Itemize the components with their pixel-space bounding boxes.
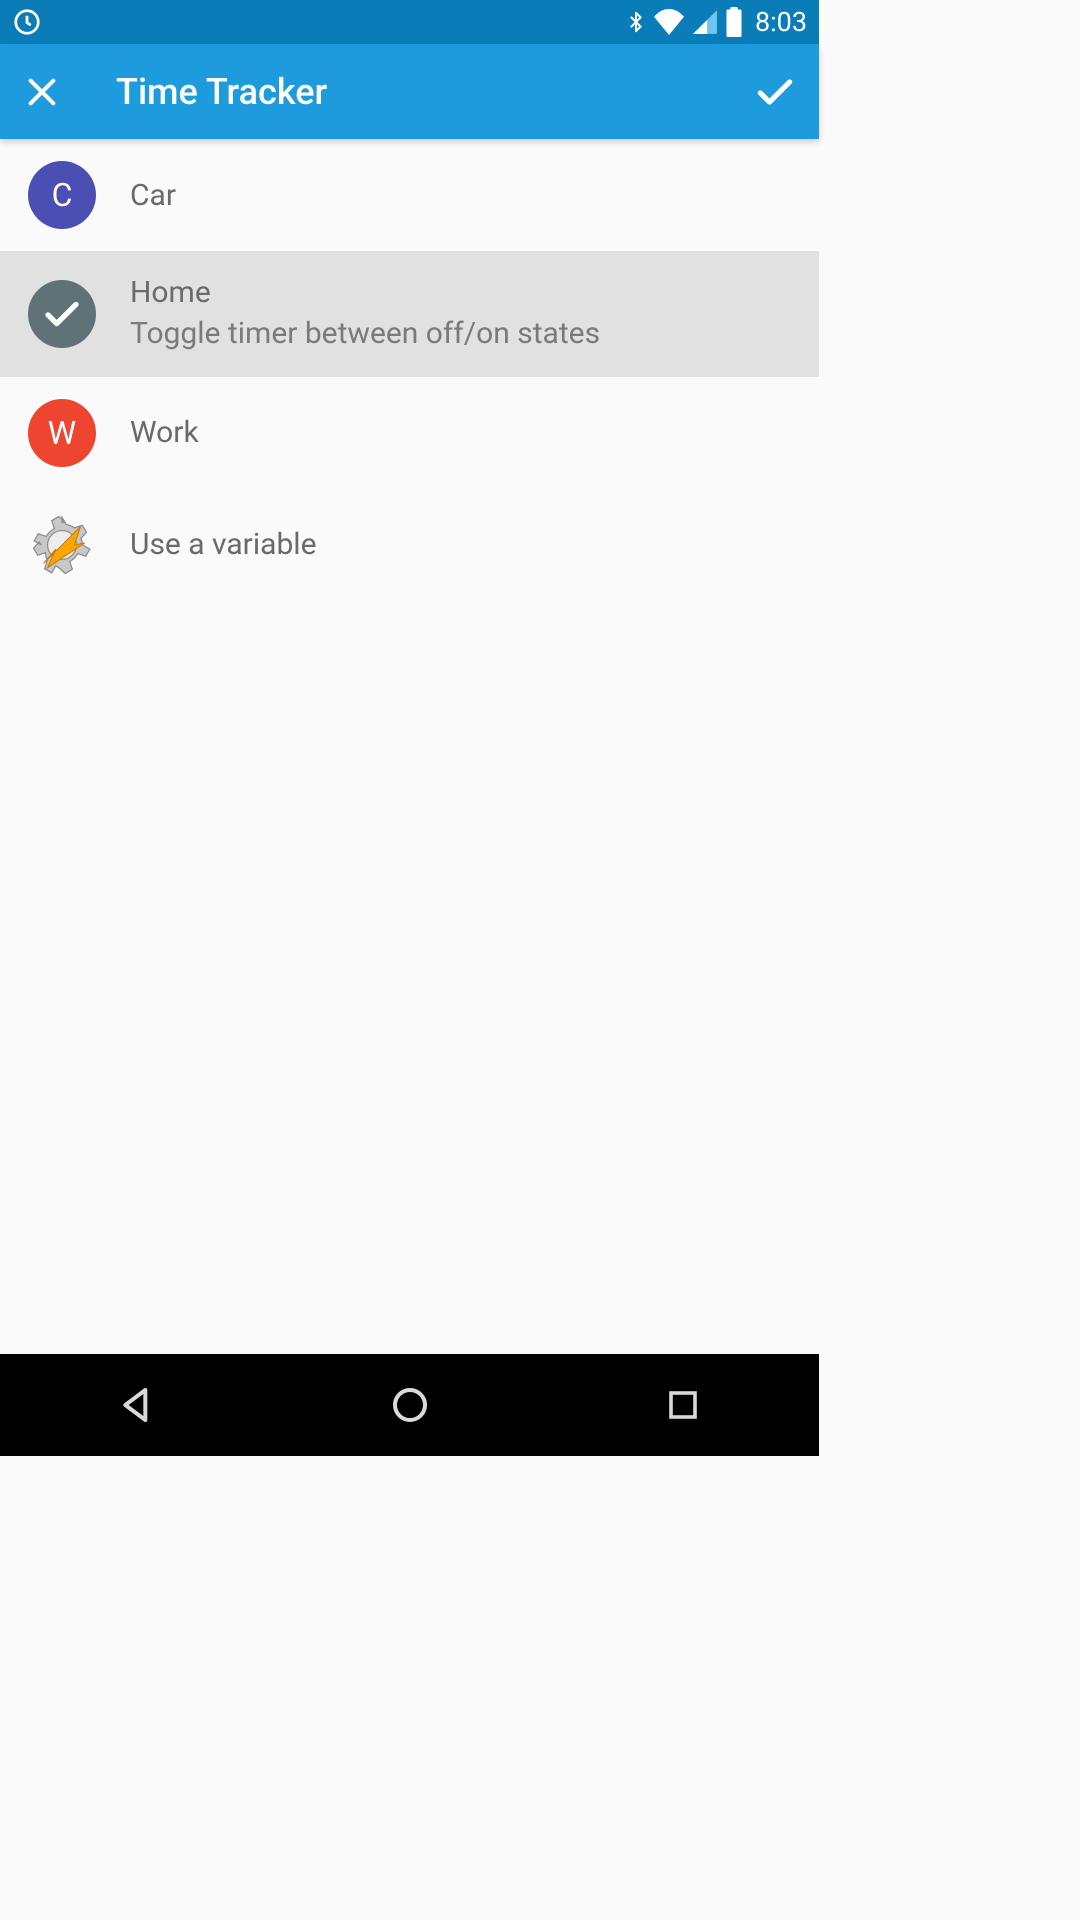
cell-signal-icon: [691, 9, 719, 35]
app-bar: Time Tracker: [0, 44, 819, 139]
avatar-selected: [28, 280, 96, 348]
confirm-button[interactable]: [751, 68, 799, 116]
item-text: Use a variable: [130, 525, 317, 564]
nav-home-button[interactable]: [360, 1375, 460, 1435]
list-item-car[interactable]: C Car: [0, 139, 819, 251]
status-bar: 8:03: [0, 0, 819, 44]
avatar-letter: C: [28, 161, 96, 229]
alarm-icon: [12, 7, 42, 37]
wifi-icon: [653, 9, 685, 35]
list-item-home[interactable]: Home Toggle timer between off/on states: [0, 251, 819, 377]
navigation-bar: [0, 1354, 819, 1456]
close-icon: [25, 75, 59, 109]
avatar-letter: W: [28, 399, 96, 467]
avatar-text: C: [52, 176, 73, 214]
item-title: Car: [130, 176, 176, 215]
avatar-text: W: [48, 414, 76, 452]
home-icon: [390, 1385, 430, 1425]
check-icon: [753, 70, 797, 114]
status-left: [12, 7, 42, 37]
timer-list: C Car Home Toggle timer between off/on s…: [0, 139, 819, 1354]
app-title: Time Tracker: [116, 71, 327, 113]
list-item-use-variable[interactable]: Use a variable: [0, 489, 819, 601]
status-right: 8:03: [625, 6, 807, 38]
item-subtitle: Toggle timer between off/on states: [130, 314, 600, 355]
item-title: Home: [130, 273, 600, 312]
item-title: Work: [130, 413, 199, 452]
nav-recent-button[interactable]: [633, 1375, 733, 1435]
list-item-work[interactable]: W Work: [0, 377, 819, 489]
battery-icon: [725, 7, 743, 37]
recent-apps-icon: [665, 1387, 701, 1423]
status-time: 8:03: [755, 6, 807, 38]
item-text: Home Toggle timer between off/on states: [130, 273, 600, 355]
back-icon: [117, 1385, 157, 1425]
item-text: Car: [130, 176, 176, 215]
nav-back-button[interactable]: [87, 1375, 187, 1435]
item-text: Work: [130, 413, 199, 452]
item-title: Use a variable: [130, 525, 317, 564]
tasker-gear-icon: [28, 511, 96, 579]
bluetooth-icon: [625, 7, 647, 37]
close-button[interactable]: [20, 70, 64, 114]
check-icon: [41, 293, 83, 335]
